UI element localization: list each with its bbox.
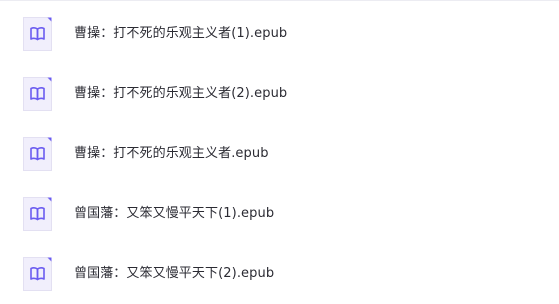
file-name: 曹操：打不死的乐观主义者.epub [74,146,269,161]
file-row[interactable]: 曾国藩：又笨又慢平天下(2).epub [0,244,559,304]
epub-book-icon [22,256,53,292]
epub-book-icon [22,16,53,52]
file-row[interactable]: 曾国藩：又笨又慢平天下(1).epub [0,184,559,244]
file-row[interactable]: 曹操：打不死的乐观主义者.epub [0,124,559,184]
file-name: 曾国藩：又笨又慢平天下(2).epub [74,266,275,281]
file-name: 曾国藩：又笨又慢平天下(1).epub [74,206,275,221]
epub-book-icon [22,76,53,112]
file-list: 曹操：打不死的乐观主义者(1).epub 曹操：打不死的乐观主义者(2).epu… [0,0,559,301]
file-name: 曹操：打不死的乐观主义者(1).epub [74,26,288,41]
epub-book-icon [22,136,53,172]
file-row[interactable]: 曹操：打不死的乐观主义者(2).epub [0,64,559,124]
file-name: 曹操：打不死的乐观主义者(2).epub [74,86,288,101]
file-row[interactable]: 曹操：打不死的乐观主义者(1).epub [0,4,559,64]
epub-book-icon [22,196,53,232]
